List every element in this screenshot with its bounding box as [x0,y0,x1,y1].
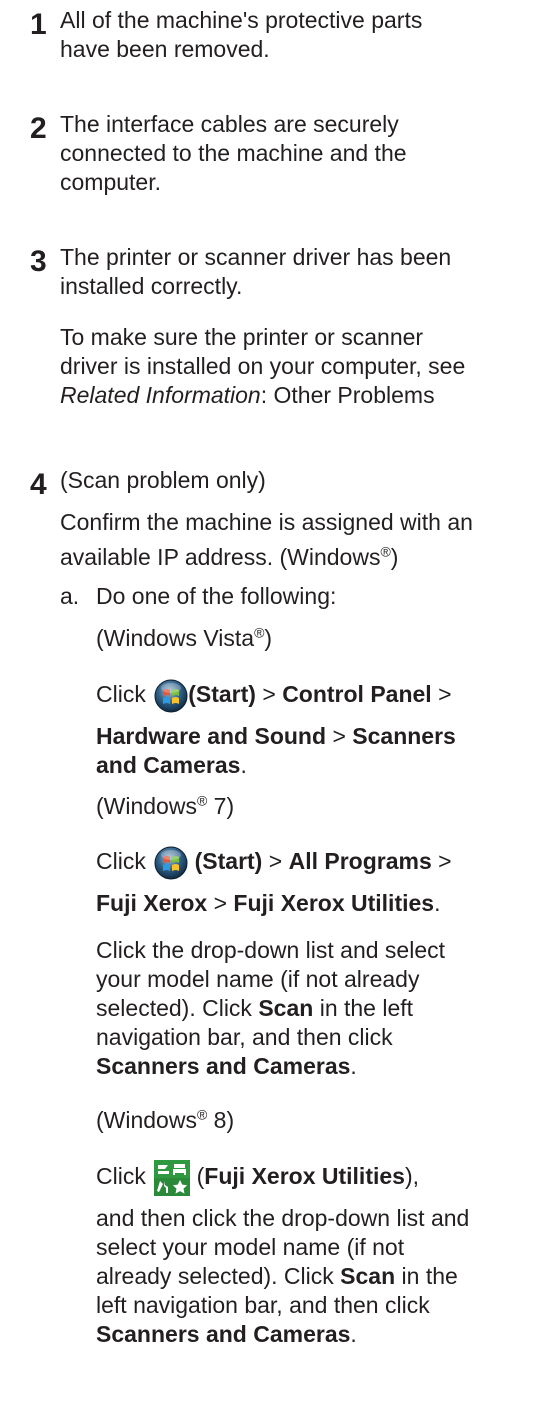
all-programs-label: All Programs [288,848,432,874]
step-number: 2 [30,112,47,145]
step-text-line: installed correctly. [60,273,243,299]
step-number: 1 [30,8,47,41]
fuji-xerox-utilities-icon[interactable] [154,1159,191,1196]
step-number: 4 [30,468,47,501]
note-text-line: To make sure the printer or scanner [60,324,424,350]
dropdown-instruction-line: Click the drop-down list and select [96,937,445,963]
confirm-line: available IP address. (Windows®) [60,543,399,570]
related-info-line: Related Information: Other Problems [60,381,530,410]
step-text-line: have been removed. [60,36,270,62]
note-text-line: driver is installed on your computer, se… [60,353,466,379]
windows-start-icon[interactable] [154,846,188,880]
click-text: Click [96,848,146,874]
related-information-rest: : Other Problems [260,382,435,408]
click-text: Click [96,681,146,707]
step-text-line: The interface cables are securely [60,111,399,137]
win8-instruction-line: and then click the drop-down list and [96,1205,470,1231]
windows-start-icon[interactable] [154,679,188,713]
dropdown-instruction-line: navigation bar, and then click [96,1024,393,1050]
step-text-line: connected to the machine and the [60,140,407,166]
win7-label: (Windows® 7) [96,792,235,819]
confirm-line: Confirm the machine is assigned with an [60,509,473,535]
step-text-line: The printer or scanner driver has been [60,244,452,270]
substep-letter: a. [60,583,80,609]
related-information-link[interactable]: Related Information [60,382,261,408]
vista-path-line: and Cameras. [96,752,247,778]
win8-instruction-line: select your model name (if not [96,1234,405,1260]
dropdown-instruction-line: Scanners and Cameras. [96,1053,357,1079]
win8-instruction-line: Scanners and Cameras. [96,1321,357,1347]
step-text-line: computer. [60,169,161,195]
vista-path-line: Hardware and Sound > Scanners [96,723,456,749]
win7-path-line: Fuji Xerox > Fuji Xerox Utilities. [96,890,441,916]
step-text-line: All of the machine's protective parts [60,7,423,33]
step-number: 3 [30,245,47,278]
win8-label: (Windows® 8) [96,1106,235,1133]
dropdown-instruction-line: your model name (if not already [96,966,420,992]
click-text: Click [96,1163,146,1189]
vista-label: (Windows Vista®) [96,624,273,651]
win8-instruction-line: left navigation bar, and then click [96,1292,430,1318]
win8-instruction-line: already selected). Click Scan in the [96,1263,458,1289]
dropdown-instruction-line: selected). Click Scan in the left [96,995,414,1021]
control-panel-label: Control Panel [282,681,432,707]
substep-intro: Do one of the following: [96,583,337,609]
step-text-line: (Scan problem only) [60,467,266,493]
